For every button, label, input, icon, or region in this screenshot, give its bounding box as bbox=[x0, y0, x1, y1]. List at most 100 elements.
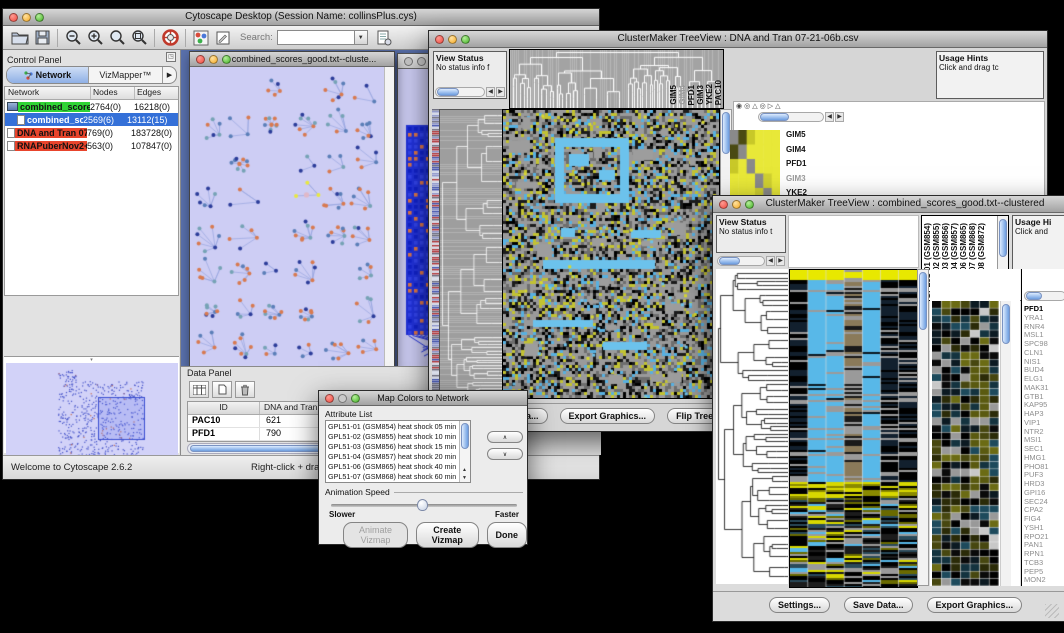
view-status-panel: View Status No status info t bbox=[716, 215, 786, 253]
main-titlebar[interactable]: Cytoscape Desktop (Session Name: collins… bbox=[3, 9, 599, 26]
gene-label[interactable]: GIM4 bbox=[786, 143, 811, 158]
dialog-button[interactable]: Done bbox=[487, 522, 528, 548]
window-controls bbox=[325, 394, 360, 403]
minimize-button[interactable] bbox=[22, 13, 31, 22]
heatmap-v-scrollbar[interactable] bbox=[917, 269, 929, 586]
attribute-item[interactable]: GPL51-03 (GSM856) heat shock 15 min bbox=[328, 442, 468, 452]
dendro-h-scrollbar[interactable]: ◀▶ bbox=[435, 87, 505, 97]
zoom-button[interactable] bbox=[351, 394, 360, 403]
dialog-button[interactable]: Create Vizmap bbox=[416, 522, 478, 548]
help-lifering-icon[interactable] bbox=[159, 27, 181, 49]
zoom-h-scrollbar[interactable]: ◀▶ bbox=[758, 112, 844, 122]
close-button[interactable] bbox=[196, 55, 205, 64]
move-up-button[interactable]: ∧ bbox=[487, 431, 523, 443]
move-down-button[interactable]: ∨ bbox=[487, 448, 523, 460]
array-dendrogram-area[interactable] bbox=[788, 215, 919, 268]
treeview-button[interactable]: Save Data... bbox=[844, 597, 913, 613]
dialog-titlebar[interactable]: Map Colors to Network bbox=[319, 391, 527, 406]
treeview-button[interactable]: Export Graphics... bbox=[560, 408, 656, 424]
network-v-scrollbar[interactable] bbox=[384, 67, 394, 366]
treeview-button[interactable]: Settings... bbox=[769, 597, 830, 613]
attribute-item[interactable]: GPL51-06 (GSM865) heat shock 40 min bbox=[328, 462, 468, 472]
tab-vizmapper[interactable]: VizMapper™ bbox=[89, 67, 162, 83]
gene-label[interactable]: PFD1 bbox=[786, 157, 811, 172]
open-file-button[interactable] bbox=[9, 27, 31, 49]
treeview-combined-titlebar[interactable]: ClusterMaker TreeView : combined_scores_… bbox=[713, 196, 1064, 213]
gene-label[interactable]: MON2 bbox=[1022, 576, 1049, 585]
network-table-row[interactable]: combined_sco2569(6)13112(15) bbox=[5, 113, 178, 126]
close-button[interactable] bbox=[435, 35, 444, 44]
zoom-button[interactable] bbox=[35, 13, 44, 22]
col-header-nodes[interactable]: Nodes bbox=[91, 87, 135, 99]
map-colors-dialog: Map Colors to Network Attribute List GPL… bbox=[318, 390, 528, 545]
network-canvas[interactable] bbox=[190, 67, 384, 366]
zoom-selected-button[interactable] bbox=[128, 27, 150, 49]
col-header-network[interactable]: Network bbox=[5, 87, 91, 99]
search-input[interactable] bbox=[277, 30, 355, 45]
slider-thumb[interactable] bbox=[417, 499, 428, 511]
network-edges-count: 183728(0) bbox=[131, 128, 178, 138]
treeview-button[interactable]: Export Graphics... bbox=[927, 597, 1023, 613]
toolbar-separator bbox=[154, 29, 155, 47]
minimize-button[interactable] bbox=[209, 55, 218, 64]
network-view-titlebar[interactable]: combined_scores_good.txt--cluste... bbox=[190, 52, 394, 67]
animation-speed-slider[interactable] bbox=[331, 504, 517, 507]
vizmapper-node-icon[interactable] bbox=[190, 27, 212, 49]
tab-overflow-arrow[interactable]: ▶ bbox=[162, 67, 176, 83]
close-button[interactable] bbox=[404, 57, 413, 66]
selection-strip-canvas[interactable] bbox=[432, 109, 439, 397]
zoom-out-button[interactable] bbox=[62, 27, 84, 49]
close-button[interactable] bbox=[719, 200, 728, 209]
global-heatmap-canvas[interactable] bbox=[789, 269, 918, 588]
usage-hints-title: Usage Hi bbox=[1015, 217, 1064, 227]
minimize-button[interactable] bbox=[417, 57, 426, 66]
resize-grip[interactable] bbox=[1045, 604, 1059, 618]
search-config-button[interactable] bbox=[374, 27, 396, 49]
zoom-toolbar-glyphs[interactable]: ◉◎△◎▷△ bbox=[736, 102, 782, 110]
gene-label[interactable]: GIM5 bbox=[786, 128, 811, 143]
array-label: GIM5 bbox=[669, 85, 678, 105]
save-button[interactable] bbox=[31, 27, 53, 49]
search-dropdown-arrow[interactable]: ▼ bbox=[355, 30, 368, 45]
attribute-item[interactable]: GPL51-02 (GSM855) heat shock 10 min bbox=[328, 432, 468, 442]
attribute-list-scrollbar[interactable]: ▲ ▼ bbox=[459, 421, 470, 482]
annotation-button[interactable] bbox=[212, 27, 234, 49]
attribute-item[interactable]: GPL51-04 (GSM857) heat shock 20 min bbox=[328, 452, 468, 462]
minimize-button[interactable] bbox=[448, 35, 457, 44]
gene-dendrogram-canvas[interactable] bbox=[716, 269, 788, 584]
global-heatmap-canvas[interactable] bbox=[502, 109, 720, 399]
network-table-row[interactable]: DNA and Tran 07769(0)183728(0) bbox=[5, 126, 178, 139]
zoom-button[interactable] bbox=[745, 200, 754, 209]
zoom-button[interactable] bbox=[461, 35, 470, 44]
attribute-select-button[interactable] bbox=[189, 381, 209, 398]
attribute-item[interactable]: GPL51-07 (GSM868) heat shock 60 min bbox=[328, 472, 468, 482]
dendro-h-scrollbar[interactable]: ◀▶ bbox=[717, 256, 785, 266]
close-button[interactable] bbox=[9, 13, 18, 22]
col-header-edges[interactable]: Edges bbox=[135, 87, 178, 99]
zoom-heatmap-canvas[interactable] bbox=[932, 301, 999, 586]
zoom-v-scrollbar[interactable] bbox=[1000, 301, 1011, 586]
close-button[interactable] bbox=[325, 394, 334, 403]
zoom-in-button[interactable] bbox=[84, 27, 106, 49]
delete-attribute-button[interactable] bbox=[235, 381, 255, 398]
data-col-id[interactable]: ID bbox=[188, 402, 260, 414]
network-table-row[interactable]: combined_scores2764(0)16218(0) bbox=[5, 100, 178, 113]
gene-label-scrollbar[interactable] bbox=[1024, 291, 1064, 301]
network-overview-thumbnail[interactable] bbox=[6, 363, 178, 468]
dialog-button[interactable]: Animate Vizmap bbox=[343, 522, 408, 548]
treeview-dna-titlebar[interactable]: ClusterMaker TreeView : DNA and Tran 07-… bbox=[429, 31, 1047, 48]
tab-network[interactable]: Network bbox=[7, 67, 89, 83]
float-panel-icon[interactable]: ◳ bbox=[166, 52, 176, 62]
attribute-item[interactable]: GPL51-01 (GSM854) heat shock 05 min bbox=[328, 422, 468, 432]
new-attribute-button[interactable] bbox=[212, 381, 232, 398]
network-table-row[interactable]: RNAPuberNov2+563(0)107847(0) bbox=[5, 139, 178, 152]
zoom-button[interactable] bbox=[222, 55, 231, 64]
network-view-window[interactable]: combined_scores_good.txt--cluste... bbox=[189, 51, 395, 366]
zoom-fit-button[interactable] bbox=[106, 27, 128, 49]
gene-dendrogram-canvas[interactable] bbox=[439, 109, 503, 399]
minimize-button[interactable] bbox=[338, 394, 347, 403]
gene-label[interactable]: GIM3 bbox=[786, 172, 811, 187]
minimize-button[interactable] bbox=[732, 200, 741, 209]
window-controls bbox=[435, 35, 470, 44]
network-view-title: combined_scores_good.txt--cluste... bbox=[232, 54, 377, 64]
